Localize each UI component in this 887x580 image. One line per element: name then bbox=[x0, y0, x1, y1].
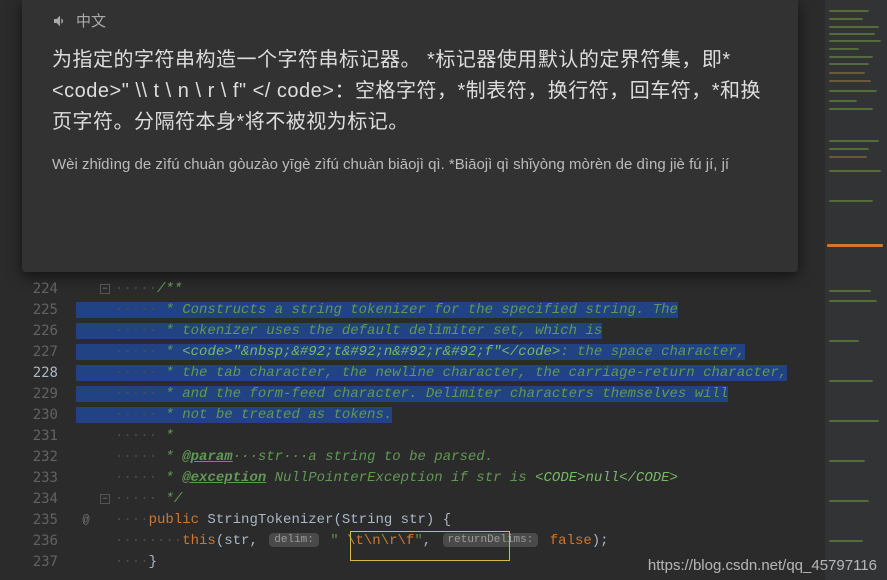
javadoc-tag: @exception bbox=[182, 470, 266, 486]
minimap[interactable] bbox=[825, 0, 887, 580]
sound-icon bbox=[52, 13, 68, 29]
lang-label: 中文 bbox=[76, 10, 106, 31]
line-number: 233 bbox=[0, 470, 76, 486]
line-number: 226 bbox=[0, 323, 76, 339]
code-editor[interactable]: 224−·····/** 225····· * Constructs a str… bbox=[0, 278, 820, 572]
line-number: 237 bbox=[0, 554, 76, 570]
param-hint: delim: bbox=[269, 533, 319, 547]
param-hint: returnDelims: bbox=[443, 533, 539, 547]
fold-toggle-close[interactable]: − bbox=[100, 494, 110, 504]
line-number: 236 bbox=[0, 533, 76, 549]
line-number: 234 bbox=[0, 491, 76, 507]
override-icon[interactable]: @ bbox=[76, 513, 96, 527]
line-number: 231 bbox=[0, 428, 76, 444]
line-number: 224 bbox=[0, 281, 76, 297]
line-number: 227 bbox=[0, 344, 76, 360]
watermark: https://blog.csdn.net/qq_45797116 bbox=[648, 557, 877, 574]
line-number: 225 bbox=[0, 302, 76, 318]
line-number: 228 bbox=[0, 365, 76, 381]
line-number: 229 bbox=[0, 386, 76, 402]
line-number: 235 bbox=[0, 512, 76, 528]
javadoc-tag: @param bbox=[182, 449, 232, 465]
fold-toggle-open[interactable]: − bbox=[100, 284, 110, 294]
line-number: 230 bbox=[0, 407, 76, 423]
line-number: 232 bbox=[0, 449, 76, 465]
pinyin-text: Wèi zhǐdìng de zìfú chuàn gòuzào yīgè zì… bbox=[52, 156, 778, 173]
translation-popup: 中文 为指定的字符串构造一个字符串标记器。 *标记器使用默认的定界符集，即* <… bbox=[22, 0, 798, 272]
translated-text: 为指定的字符串构造一个字符串标记器。 *标记器使用默认的定界符集，即* <cod… bbox=[52, 45, 778, 138]
lang-selector[interactable]: 中文 bbox=[52, 10, 778, 31]
